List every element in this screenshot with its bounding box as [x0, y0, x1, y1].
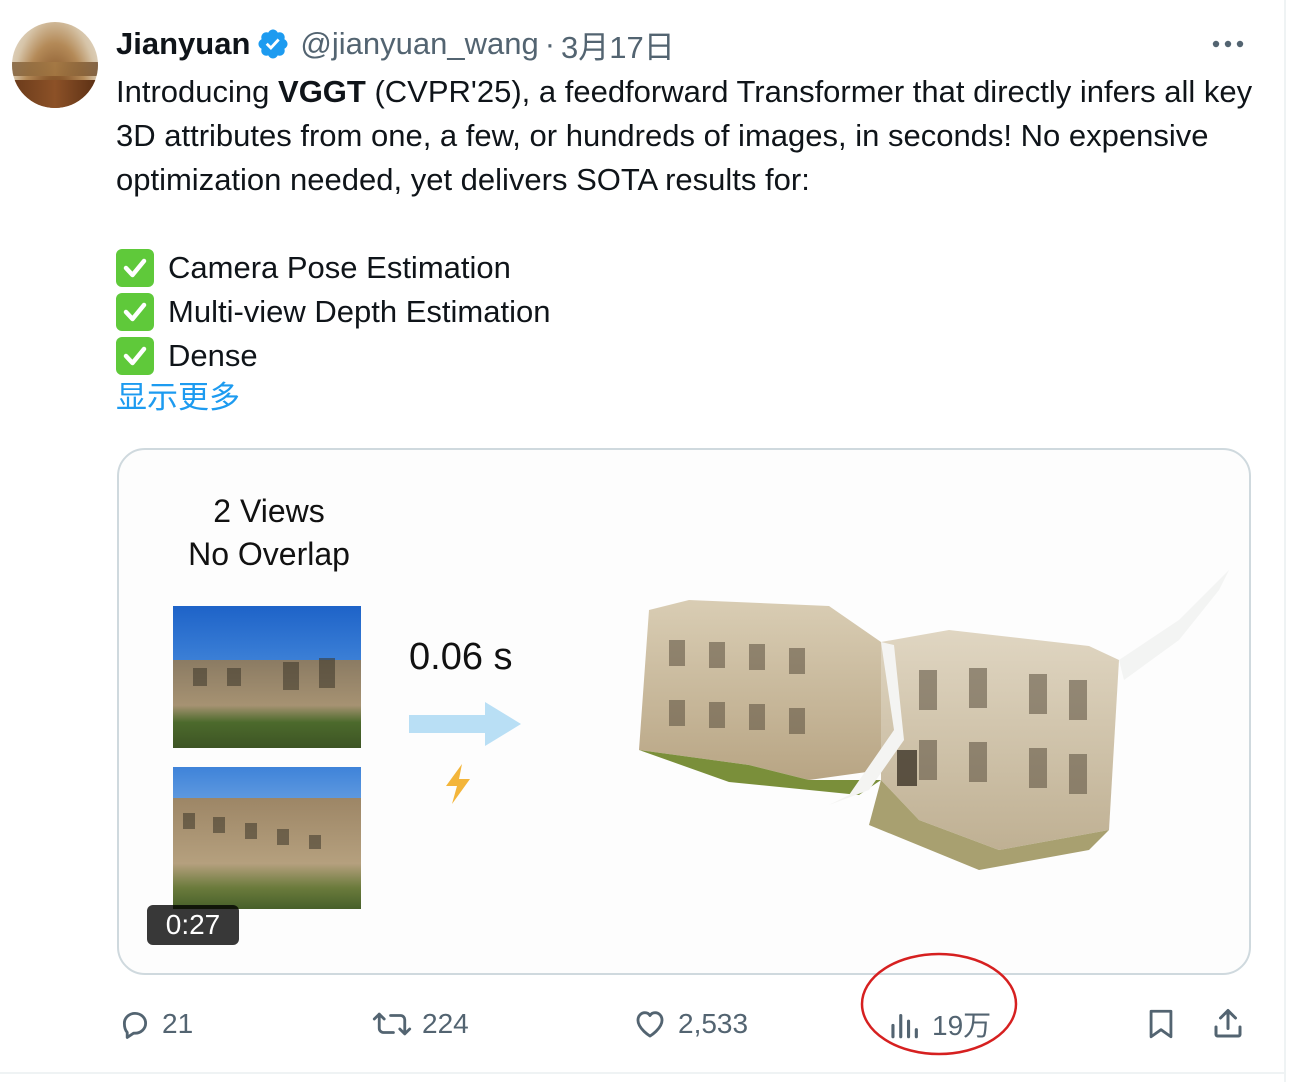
tweet-text: Introducing VGGT (CVPR'25), a feedforwar… [116, 70, 1266, 202]
building-window [245, 823, 257, 839]
tweet-bottom-border [0, 1072, 1286, 1074]
tweet-intro: Introducing [116, 74, 270, 109]
video-caption: 2 Views No Overlap [159, 490, 379, 576]
more-icon[interactable] [1208, 30, 1248, 58]
like-count: 2,533 [678, 1008, 749, 1039]
bullet-text: Camera Pose Estimation [168, 250, 511, 285]
check-icon [116, 293, 154, 331]
repost-icon [372, 1012, 412, 1036]
input-view-image [173, 606, 361, 748]
repost-count: 224 [422, 1008, 469, 1039]
3d-reconstruction-image [639, 570, 1229, 870]
timeline-right-border [1284, 0, 1286, 1082]
like-button[interactable]: 2,533 [632, 996, 748, 1052]
avatar-landscape-ground [12, 80, 98, 108]
reply-count: 21 [162, 1008, 194, 1039]
tweet-product: VGGT [278, 74, 366, 109]
share-button[interactable] [1210, 996, 1256, 1052]
check-icon [116, 337, 154, 375]
check-icon [116, 249, 154, 287]
overlap-label: No Overlap [188, 536, 350, 572]
building-window [319, 658, 335, 688]
author-name[interactable]: Jianyuan [116, 26, 250, 62]
building-window [193, 668, 207, 686]
like-icon [636, 1011, 664, 1038]
list-item: Dense [116, 334, 550, 378]
reply-icon [122, 1011, 148, 1039]
avatar-landscape-band [12, 62, 98, 76]
video-duration-badge: 0:27 [147, 905, 239, 945]
lightning-icon [446, 764, 470, 804]
verified-badge-icon [258, 29, 288, 59]
list-item: Multi-view Depth Estimation [116, 290, 550, 334]
share-icon [1214, 1009, 1242, 1038]
header-separator: · [544, 26, 556, 61]
author-handle[interactable]: @jianyuan_wang [300, 26, 538, 62]
building-window [183, 813, 195, 829]
show-more-link[interactable]: 显示更多 [116, 376, 240, 420]
building-window [283, 662, 299, 690]
avatar[interactable] [12, 22, 98, 108]
bullet-text: Dense [168, 338, 258, 373]
reply-button[interactable]: 21 [118, 996, 193, 1052]
building-window [309, 835, 321, 849]
video-player[interactable]: 2 Views No Overlap 0:27 0.06 s [117, 448, 1251, 975]
tweet-actions-bar: 21 224 2,533 19万 [0, 996, 1286, 1052]
tweet-header: Jianyuan @jianyuan_wang · 3月17日 [116, 22, 675, 66]
input-view-image [173, 767, 361, 909]
tweet-bullet-list: Camera Pose Estimation Multi-view Depth … [116, 246, 550, 378]
views-count-label: 2 Views [213, 493, 325, 529]
tweet-date[interactable]: 3月17日 [561, 22, 675, 67]
repost-button[interactable]: 224 [372, 996, 469, 1052]
building-window [213, 817, 225, 833]
building-window [227, 668, 241, 686]
annotation-circle [860, 952, 1018, 1056]
bookmark-button[interactable] [1144, 996, 1188, 1052]
inference-time-label: 0.06 s [409, 636, 513, 678]
bullet-text: Multi-view Depth Estimation [168, 294, 551, 329]
arrow-right-icon [409, 702, 521, 746]
building-window [277, 829, 289, 845]
list-item: Camera Pose Estimation [116, 246, 550, 290]
bookmark-icon [1149, 1009, 1173, 1039]
